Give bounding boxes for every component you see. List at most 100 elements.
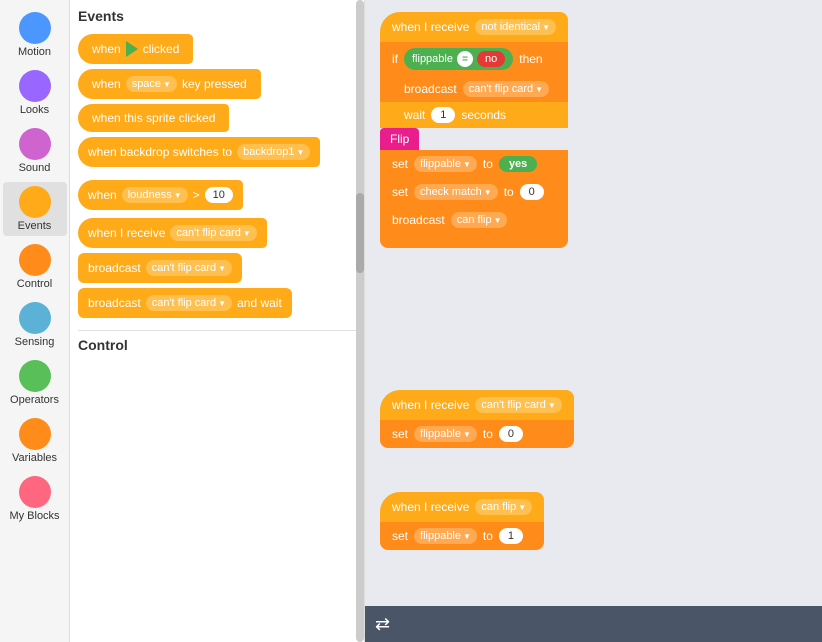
one-value[interactable]: 1	[499, 528, 523, 544]
sidebar-label-motion: Motion	[18, 46, 51, 58]
broadcast-wait-dropdown[interactable]: can't flip card	[146, 295, 232, 311]
when-key-block[interactable]: when space key pressed	[78, 69, 356, 99]
scrollbar-track[interactable]	[356, 0, 364, 642]
canvas-set-flippable-0[interactable]: set flippable to 0	[380, 420, 574, 448]
canvas: when I receive not identical if flippabl…	[365, 0, 822, 642]
sprite-label: when this sprite clicked	[92, 111, 215, 125]
looks-icon	[19, 70, 51, 102]
c-not-identical-dropdown[interactable]: not identical	[475, 19, 556, 35]
sidebar-label-myblocks: My Blocks	[9, 510, 59, 522]
myblocks-icon	[19, 476, 51, 508]
to-label-1: to	[483, 157, 493, 171]
zero-value-1[interactable]: 0	[520, 184, 544, 200]
set-label-1: set	[392, 157, 408, 171]
panel-title: Events	[78, 8, 356, 24]
to-label-4: to	[483, 529, 493, 543]
section-divider	[78, 330, 356, 331]
c3-when-receive-label: when I receive	[392, 500, 469, 514]
canvas-when-receive-3[interactable]: when I receive can flip	[380, 492, 544, 522]
set-label-3: set	[392, 427, 408, 441]
sidebar-item-operators[interactable]: Operators	[3, 356, 67, 410]
flippable-dropdown-1[interactable]: flippable	[414, 156, 477, 172]
when-flag-block[interactable]: when clicked	[78, 34, 356, 64]
zero-value-2[interactable]: 0	[499, 426, 523, 442]
control-section-title: Control	[78, 337, 356, 353]
canvas-set-checkmatch[interactable]: set check match to 0	[380, 178, 568, 206]
sound-icon	[19, 128, 51, 160]
control-icon	[19, 244, 51, 276]
wait-value[interactable]: 1	[431, 107, 455, 123]
canvas-set-flippable-1[interactable]: set flippable to 1	[380, 522, 544, 550]
eq-circle: =	[457, 51, 473, 67]
and-wait-label: and wait	[237, 296, 282, 310]
canvas-when-receive-2[interactable]: when I receive can't flip card	[380, 390, 574, 420]
when-sprite-block[interactable]: when this sprite clicked	[78, 104, 356, 132]
when-sensor-block[interactable]: when loudness > 10	[78, 172, 356, 210]
can-flip-dropdown[interactable]: can flip	[451, 212, 508, 228]
flippable-dropdown-2[interactable]: flippable	[414, 426, 477, 442]
sidebar-label-control: Control	[17, 278, 52, 290]
when-backdrop-block[interactable]: when backdrop switches to backdrop1	[78, 137, 356, 167]
sidebar-item-looks[interactable]: Looks	[3, 66, 67, 120]
c-when-receive-label: when I receive	[392, 20, 469, 34]
canvas-broadcast-canflip[interactable]: broadcast can flip	[380, 206, 568, 234]
broadcast-block[interactable]: broadcast can't flip card	[78, 253, 356, 283]
cant-flip-inner-dropdown[interactable]: can't flip card	[463, 81, 549, 97]
backdrop-label: when backdrop switches to	[88, 145, 232, 159]
sidebar-item-variables[interactable]: Variables	[3, 414, 67, 468]
space-dropdown[interactable]: space	[126, 76, 177, 92]
sidebar-item-control[interactable]: Control	[3, 240, 67, 294]
loudness-dropdown[interactable]: loudness	[122, 187, 188, 203]
scrollbar-thumb[interactable]	[356, 193, 364, 273]
sidebar-item-sound[interactable]: Sound	[3, 124, 67, 178]
events-icon	[19, 186, 51, 218]
ten-value[interactable]: 10	[205, 187, 233, 203]
sidebar-label-events: Events	[18, 220, 52, 232]
sidebar-label-sensing: Sensing	[15, 336, 55, 348]
key-pressed-label: key pressed	[182, 77, 247, 91]
when-receive-block[interactable]: when I receive can't flip card	[78, 218, 356, 248]
sidebar-label-operators: Operators	[10, 394, 59, 406]
sidebar-item-events[interactable]: Events	[3, 182, 67, 236]
c2-cant-flip-dropdown[interactable]: can't flip card	[475, 397, 561, 413]
wait-label: wait	[404, 108, 425, 122]
receive-dropdown[interactable]: can't flip card	[170, 225, 256, 241]
bottom-bar: ⇄	[365, 606, 822, 642]
broadcast-dropdown[interactable]: can't flip card	[146, 260, 232, 276]
canvas-wait-block[interactable]: wait 1 seconds	[380, 102, 568, 128]
canvas-if-cap	[380, 234, 568, 248]
sidebar: Motion Looks Sound Events Control Sensin…	[0, 0, 70, 642]
block-panel: Events when clicked when space key press…	[70, 0, 365, 642]
canvas-set-flippable-yes[interactable]: set flippable to yes	[380, 150, 568, 178]
operators-icon	[19, 360, 51, 392]
flippable-text: flippable	[412, 53, 453, 65]
canvas-when-receive-1[interactable]: when I receive not identical	[380, 12, 568, 42]
flippable-dropdown-3[interactable]: flippable	[414, 528, 477, 544]
sidebar-label-looks: Looks	[20, 104, 49, 116]
motion-icon	[19, 12, 51, 44]
canvas-flip-label: Flip	[380, 128, 419, 150]
c2-when-receive-label: when I receive	[392, 398, 469, 412]
canvas-group-1: when I receive not identical if flippabl…	[380, 12, 568, 248]
sidebar-label-variables: Variables	[12, 452, 57, 464]
to-label-2: to	[504, 185, 514, 199]
sidebar-label-sound: Sound	[19, 162, 51, 174]
sidebar-item-sensing[interactable]: Sensing	[3, 298, 67, 352]
then-label: then	[519, 52, 542, 66]
canvas-if-row[interactable]: if flippable = no then	[380, 42, 568, 76]
to-label-3: to	[483, 427, 493, 441]
check-match-dropdown[interactable]: check match	[414, 184, 498, 200]
canvas-group-2: when I receive can't flip card set flipp…	[380, 390, 574, 448]
broadcast-wait-block[interactable]: broadcast can't flip card and wait	[78, 288, 356, 318]
sidebar-item-motion[interactable]: Motion	[3, 8, 67, 62]
sidebar-item-myblocks[interactable]: My Blocks	[3, 472, 67, 526]
set-label-2: set	[392, 185, 408, 199]
flag-icon	[126, 41, 138, 57]
bottom-icon[interactable]: ⇄	[375, 614, 390, 635]
when-sensor-label: when	[88, 188, 117, 202]
yes-value: yes	[499, 156, 537, 172]
c3-can-flip-dropdown[interactable]: can flip	[475, 499, 532, 515]
gt-label: >	[193, 188, 200, 202]
backdrop1-dropdown[interactable]: backdrop1	[237, 144, 310, 160]
canvas-broadcast-inner[interactable]: broadcast can't flip card	[380, 76, 568, 102]
